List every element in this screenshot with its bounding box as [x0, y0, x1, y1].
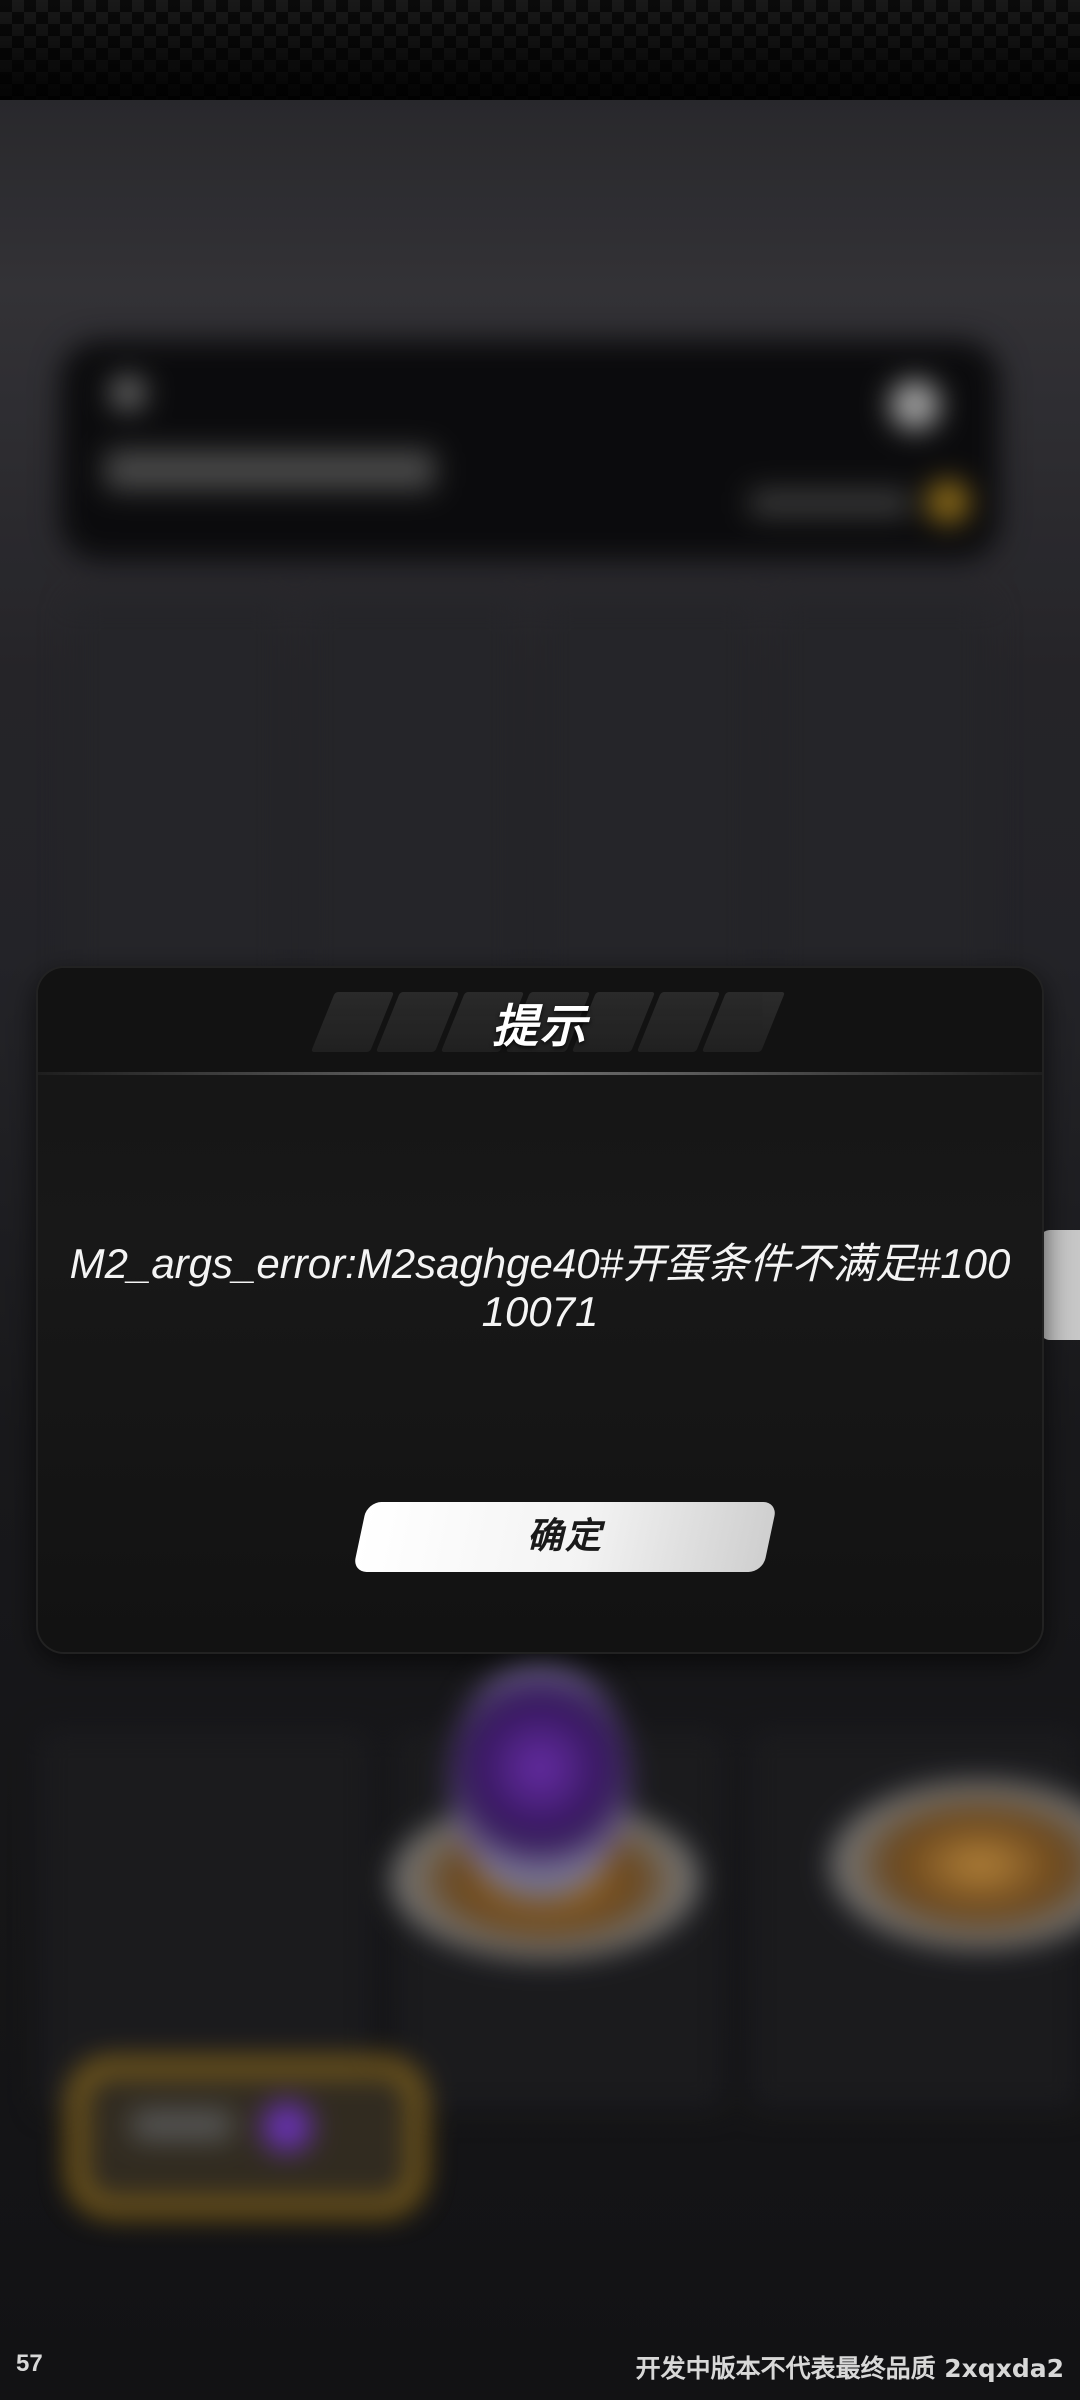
dialog-title: 提示 — [492, 999, 588, 1053]
game-screen: 提示 M2_args_error:M2saghge40#开蛋条件不满足#1001… — [0, 0, 1080, 2400]
header-divider — [38, 1072, 1042, 1075]
dialog-header: 提示 — [38, 968, 1042, 1072]
dialog-message: M2_args_error:M2saghge40#开蛋条件不满足#1001007… — [69, 1240, 1011, 1335]
build-watermark: 开发中版本不代表最终品质 2xqxda2 — [635, 2354, 1064, 2383]
confirm-button[interactable] — [352, 1502, 778, 1572]
alert-dialog: 提示 M2_args_error:M2saghge40#开蛋条件不满足#1001… — [38, 968, 1042, 1652]
fps-counter: 57 — [16, 2350, 43, 2377]
